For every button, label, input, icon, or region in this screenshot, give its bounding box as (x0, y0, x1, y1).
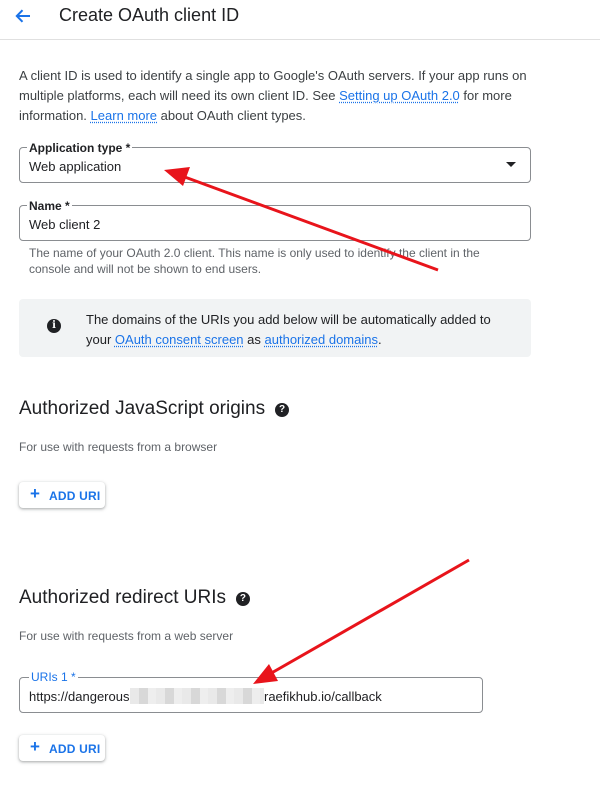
info-text-middle: as (243, 332, 265, 347)
js-origins-subtitle: For use with requests from a browser (19, 440, 218, 454)
add-js-origin-button[interactable]: + ADD URI (19, 482, 105, 508)
name-field[interactable]: Name * Web client 2 (19, 199, 531, 241)
application-type-value: Web application (29, 159, 122, 174)
info-text: The domains of the URIs you add below wi… (86, 310, 506, 350)
help-icon[interactable]: ? (275, 403, 290, 417)
uri-value-start: https://dangerous (29, 689, 130, 704)
add-uri-label: ADD URI (49, 489, 101, 503)
page-title: Create OAuth client ID (59, 5, 240, 25)
redirect-uris-title: Authorized redirect URIs (19, 587, 226, 608)
info-banner: i The domains of the URIs you add below … (19, 299, 531, 357)
js-origins-heading: Authorized JavaScript origins? (19, 398, 290, 420)
add-redirect-uri-button[interactable]: + ADD URI (19, 735, 105, 761)
dropdown-arrow-icon (506, 162, 516, 167)
name-helper-text: The name of your OAuth 2.0 client. This … (29, 246, 480, 276)
annotation-arrow (253, 558, 470, 684)
intro-paragraph: A client ID is used to identify a single… (19, 66, 529, 126)
application-type-label: Application type * (27, 141, 133, 155)
plus-icon: + (30, 737, 40, 756)
js-origins-title: Authorized JavaScript origins (19, 398, 266, 419)
help-icon[interactable]: ? (235, 592, 250, 606)
info-icon: i (47, 319, 61, 333)
uri-label: URIs 1 * (29, 670, 78, 684)
authorized-domains-link[interactable]: authorized domains (265, 332, 378, 347)
name-label: Name * (27, 199, 72, 213)
redirect-uri-input[interactable]: URIs 1 * https://dangerous raefikhub.io/… (19, 670, 483, 713)
info-text-end: . (377, 332, 382, 347)
learn-more-link[interactable]: Learn more (91, 108, 157, 123)
application-type-select[interactable]: Application type * Web application (19, 141, 531, 183)
intro-text-end: about OAuth client types. (157, 108, 306, 123)
back-button[interactable] (10, 3, 36, 29)
uri-value-end: raefikhub.io/callback (264, 689, 382, 704)
add-uri-label: ADD URI (49, 742, 101, 756)
redirect-uris-subtitle: For use with requests from a web server (19, 629, 234, 643)
redirect-uris-heading: Authorized redirect URIs? (19, 587, 250, 609)
arrow-back-icon (15, 9, 30, 23)
plus-icon: + (30, 484, 40, 503)
redacted-blur (130, 688, 264, 704)
setting-up-oauth-link[interactable]: Setting up OAuth 2.0 (339, 88, 460, 103)
name-value: Web client 2 (29, 217, 101, 232)
top-bar: Create OAuth client ID (0, 0, 600, 40)
consent-screen-link[interactable]: OAuth consent screen (115, 332, 244, 347)
